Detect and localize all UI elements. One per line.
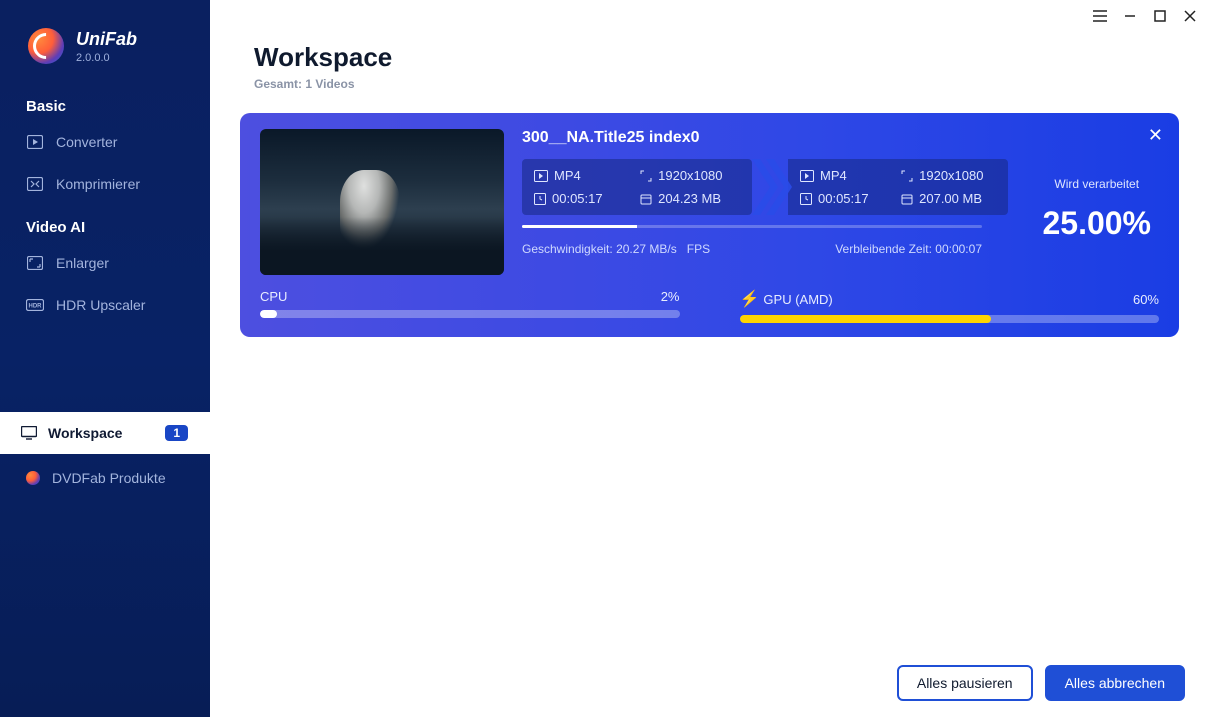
bolt-icon: ⚡ bbox=[740, 291, 760, 308]
progress-bar bbox=[522, 225, 982, 228]
play-box-icon bbox=[534, 170, 548, 182]
nav-label: Converter bbox=[56, 134, 117, 150]
header: Workspace Gesamt: 1 Videos bbox=[210, 28, 1209, 101]
section-video-ai: Video AI bbox=[0, 205, 210, 242]
task-title: 300__NA.Title25 index0 bbox=[522, 129, 1159, 147]
task-card: ✕ 300__NA.Title25 index0 MP4 1920x1080 0… bbox=[240, 113, 1179, 337]
dst-format: MP4 bbox=[820, 168, 847, 183]
fps-label: FPS bbox=[687, 242, 710, 256]
nav-converter[interactable]: Converter bbox=[0, 121, 210, 163]
dst-size: 207.00 MB bbox=[919, 191, 982, 206]
maximize-icon[interactable] bbox=[1151, 7, 1169, 25]
src-resolution: 1920x1080 bbox=[658, 168, 722, 183]
card-close-icon[interactable]: ✕ bbox=[1148, 125, 1163, 146]
dst-duration: 00:05:17 bbox=[818, 191, 869, 206]
app-logo-icon bbox=[28, 28, 64, 64]
clock-icon bbox=[534, 193, 546, 205]
app-name: UniFab bbox=[76, 29, 137, 50]
remaining-label: Verbleibende Zeit: bbox=[835, 242, 932, 256]
expand-icon bbox=[640, 170, 652, 182]
monitor-icon bbox=[20, 426, 38, 440]
compress-icon bbox=[26, 177, 44, 191]
gpu-label: GPU (AMD) bbox=[763, 292, 832, 307]
app-version: 2.0.0.0 bbox=[76, 52, 137, 64]
nav-label: Enlarger bbox=[56, 255, 109, 271]
file-icon bbox=[640, 193, 652, 205]
cpu-pct: 2% bbox=[661, 289, 680, 304]
nav-dvdfab[interactable]: DVDFab Produkte bbox=[0, 454, 210, 502]
nav-komprimierer[interactable]: Komprimierer bbox=[0, 163, 210, 205]
main-area: Workspace Gesamt: 1 Videos ✕ 300__NA.Tit… bbox=[210, 0, 1209, 717]
source-info: MP4 1920x1080 00:05:17 204.23 MB bbox=[522, 159, 752, 215]
minimize-icon[interactable] bbox=[1121, 7, 1139, 25]
svg-text:HDR: HDR bbox=[29, 304, 43, 310]
percent: 25.00% bbox=[1042, 205, 1151, 242]
nav-enlarger[interactable]: Enlarger bbox=[0, 242, 210, 284]
remaining-value: 00:00:07 bbox=[935, 242, 982, 256]
src-format: MP4 bbox=[554, 168, 581, 183]
titlebar bbox=[210, 0, 1209, 28]
clock-icon bbox=[800, 193, 812, 205]
expand-icon bbox=[901, 170, 913, 182]
workspace-label: Workspace bbox=[48, 425, 122, 441]
right-stats: Wird verarbeitet 25.00% bbox=[1042, 177, 1151, 242]
dvdfab-icon bbox=[26, 471, 40, 485]
nav-label: HDR Upscaler bbox=[56, 297, 145, 313]
cpu-label: CPU bbox=[260, 289, 287, 304]
nav-label: Komprimierer bbox=[56, 176, 140, 192]
speed-label: Geschwindigkeit: bbox=[522, 242, 613, 256]
pause-all-button[interactable]: Alles pausieren bbox=[897, 665, 1033, 701]
cpu-bar-fill bbox=[260, 310, 277, 318]
play-box-icon bbox=[800, 170, 814, 182]
nav-label: DVDFab Produkte bbox=[52, 470, 166, 486]
video-thumbnail bbox=[260, 129, 504, 275]
arrow-icon bbox=[752, 159, 794, 215]
src-size: 204.23 MB bbox=[658, 191, 721, 206]
src-duration: 00:05:17 bbox=[552, 191, 603, 206]
nav-hdr[interactable]: HDR HDR Upscaler bbox=[0, 284, 210, 326]
menu-icon[interactable] bbox=[1091, 7, 1109, 25]
gpu-bar-fill bbox=[740, 315, 992, 323]
logo-area: UniFab 2.0.0.0 bbox=[0, 0, 210, 84]
close-icon[interactable] bbox=[1181, 7, 1199, 25]
footer: Alles pausieren Alles abbrechen bbox=[897, 665, 1185, 701]
cpu-usage: CPU 2% bbox=[260, 289, 680, 323]
progress-fill bbox=[522, 225, 637, 228]
dst-resolution: 1920x1080 bbox=[919, 168, 983, 183]
speed-value: 20.27 MB/s bbox=[616, 242, 677, 256]
status-label: Wird verarbeitet bbox=[1042, 177, 1151, 191]
gpu-usage: ⚡GPU (AMD) 60% bbox=[740, 289, 1160, 323]
task-meta: Geschwindigkeit: 20.27 MB/s FPS Verbleib… bbox=[522, 242, 982, 256]
usage-row: CPU 2% ⚡GPU (AMD) 60% bbox=[260, 289, 1159, 323]
hdr-icon: HDR bbox=[26, 298, 44, 312]
nav-workspace-active[interactable]: Workspace 1 bbox=[0, 412, 210, 454]
play-box-icon bbox=[26, 135, 44, 149]
gpu-pct: 60% bbox=[1133, 292, 1159, 307]
file-icon bbox=[901, 193, 913, 205]
enlarge-icon bbox=[26, 256, 44, 270]
section-basic: Basic bbox=[0, 84, 210, 121]
page-title: Workspace bbox=[254, 42, 1165, 73]
destination-info: MP4 1920x1080 00:05:17 207.00 MB bbox=[788, 159, 1008, 215]
sidebar: UniFab 2.0.0.0 Basic Converter Komprimie… bbox=[0, 0, 210, 717]
workspace-badge: 1 bbox=[165, 425, 188, 441]
page-subtitle: Gesamt: 1 Videos bbox=[254, 77, 1165, 91]
cancel-all-button[interactable]: Alles abbrechen bbox=[1045, 665, 1185, 701]
